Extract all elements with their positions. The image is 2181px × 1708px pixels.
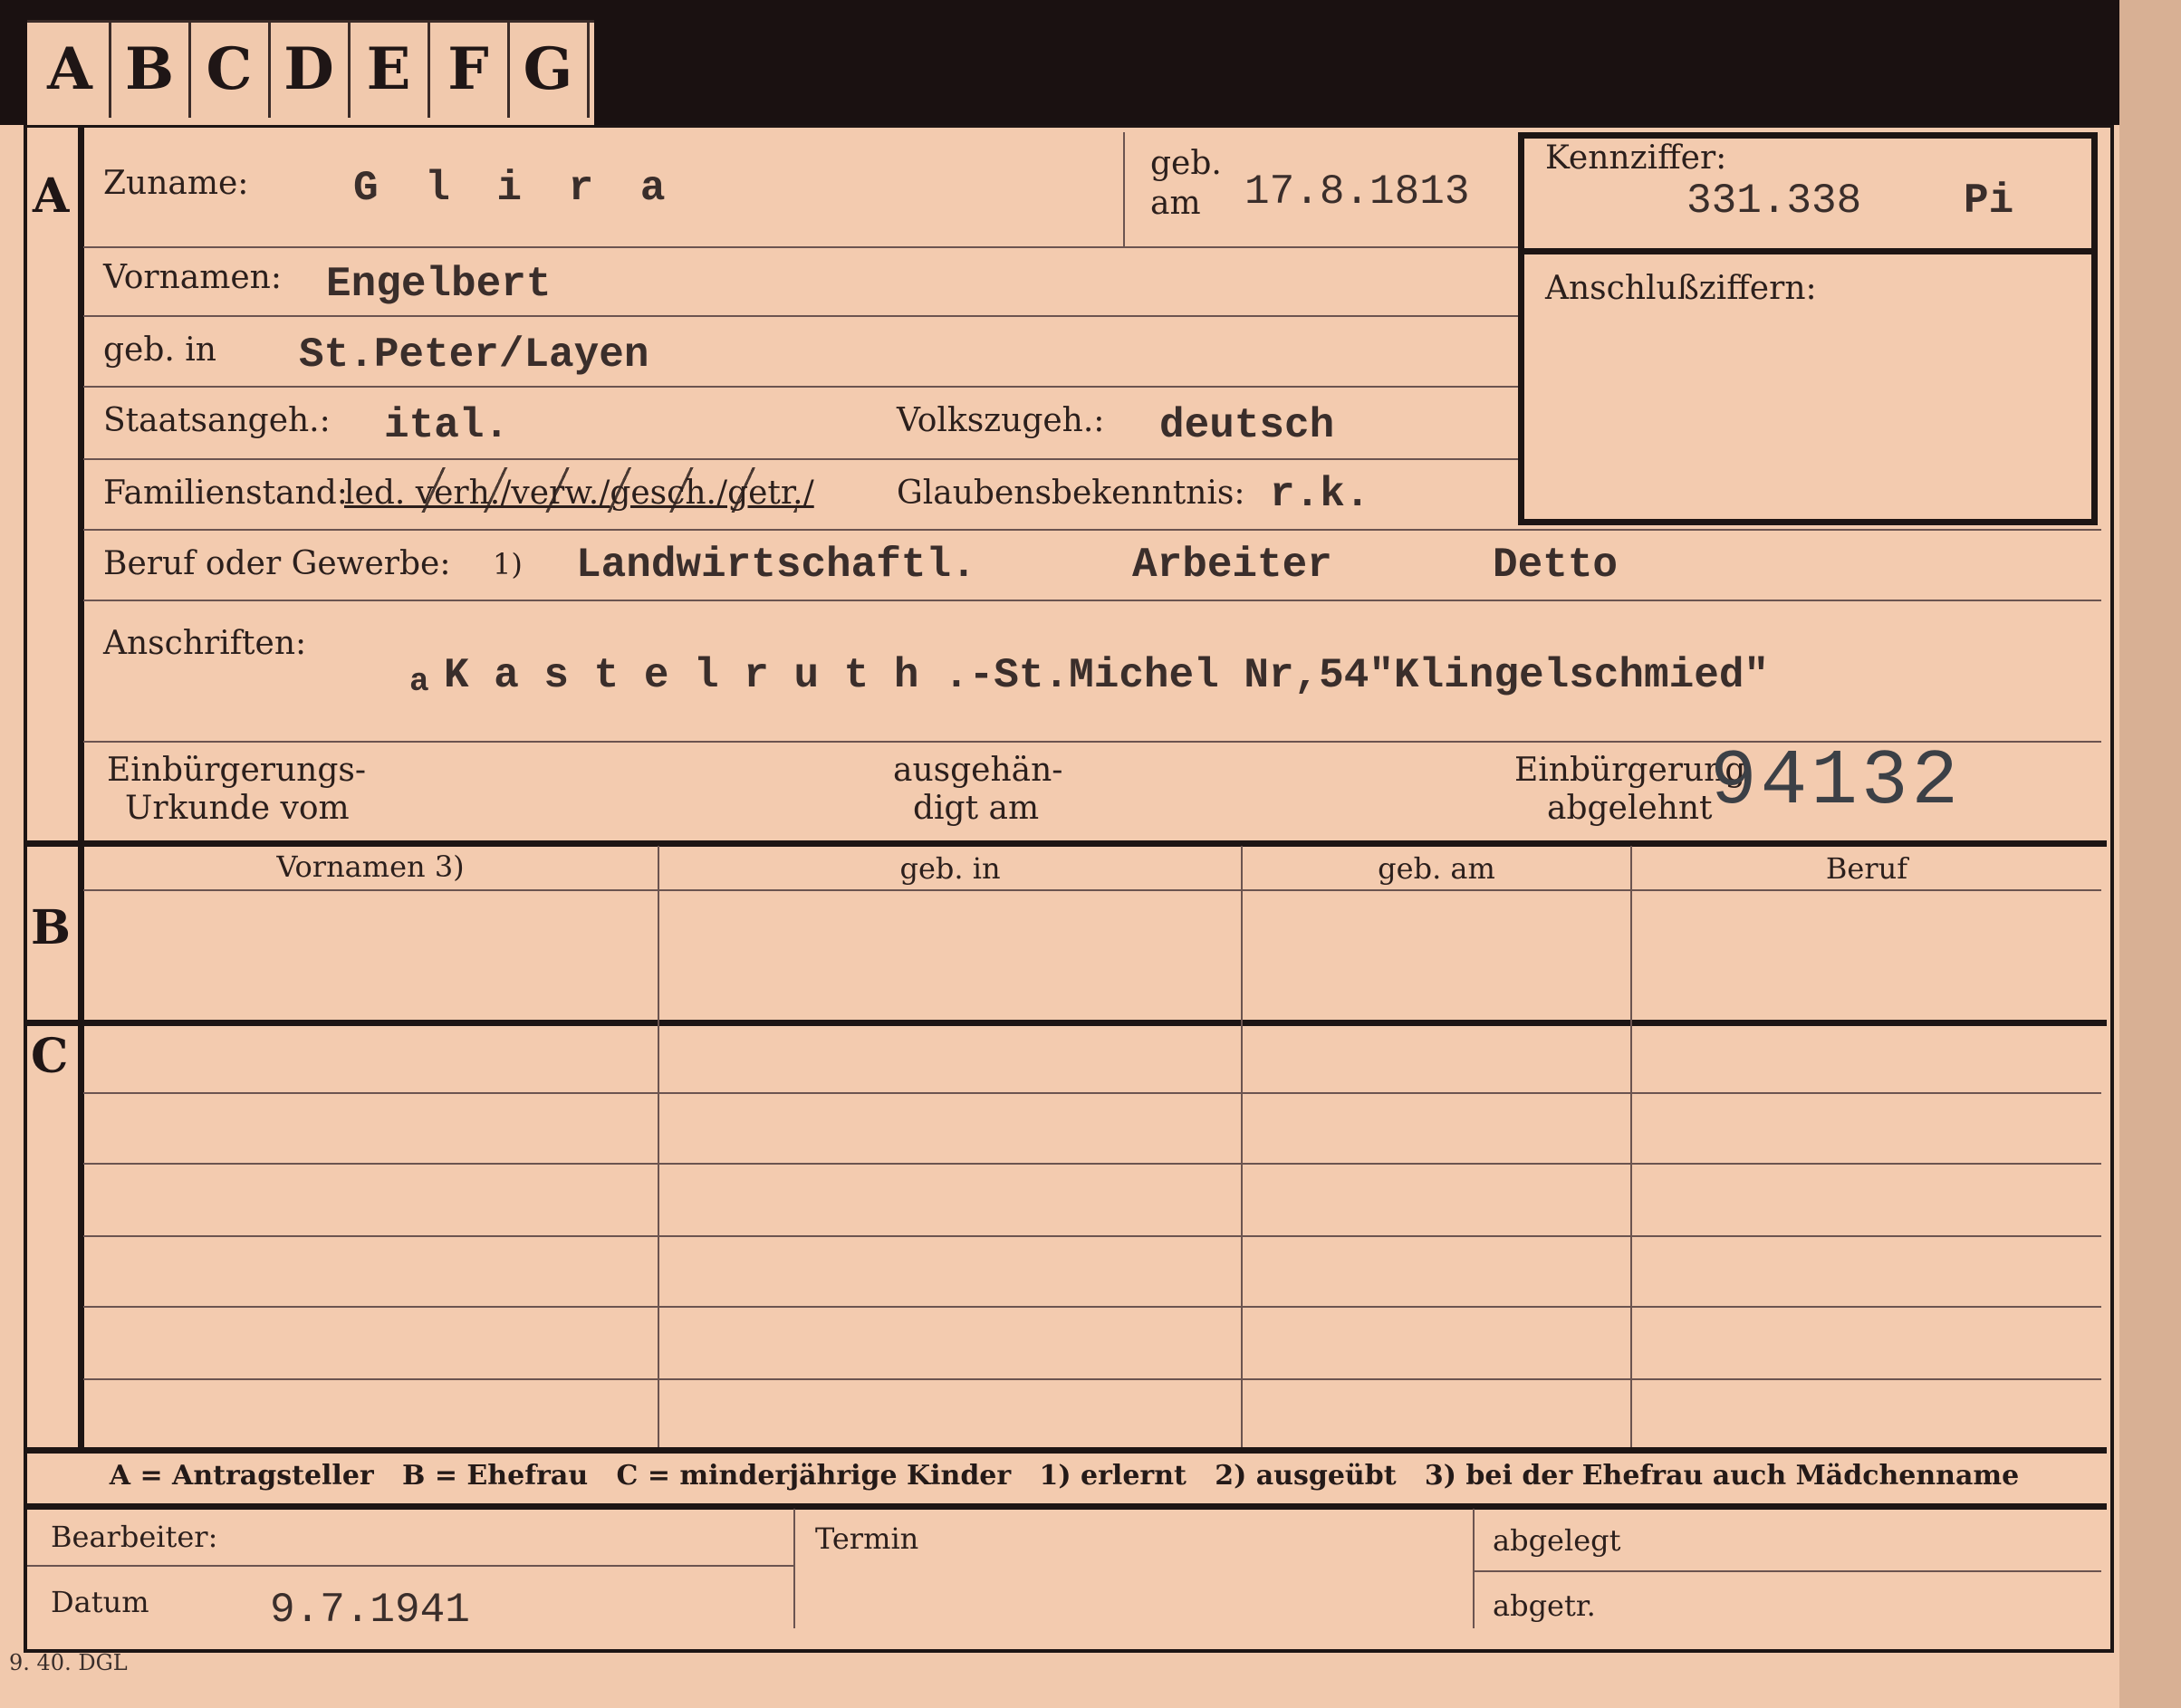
abgetr-label: abgetr.: [1493, 1588, 1596, 1623]
tab-c: C: [190, 20, 271, 118]
row-line-5: [83, 529, 2101, 531]
print-code: 9. 40. DGL: [9, 1650, 128, 1675]
row-line-6: [83, 600, 2101, 601]
table-header-line: [83, 889, 2101, 891]
geb-in-label: geb. in: [103, 331, 216, 369]
geb-label: geb.: [1150, 145, 1222, 182]
glaubens-label: Glaubensbekenntnis:: [897, 475, 1245, 512]
beruf-label: Beruf oder Gewerbe:: [103, 545, 451, 582]
legend: A = Antragsteller B = Ehefrau C = minder…: [109, 1460, 2020, 1492]
anschriften-label: Anschriften:: [103, 625, 307, 662]
einbuerg-urkunde-label-1: Einbürgerungs-: [107, 752, 367, 789]
anschriften-value: K a s t e l r u t h .-St.Michel Nr,54"Kl…: [444, 652, 1770, 699]
footer-divider-2: [1473, 1509, 1475, 1628]
c-row-line-5: [83, 1378, 2101, 1380]
familienstand-strikethrough: [417, 467, 797, 513]
anschluss-label: Anschlußziffern:: [1545, 270, 1817, 307]
geb-am-value: 17.8.1813: [1244, 168, 1470, 216]
tab-e: E: [350, 20, 430, 118]
anschriften-prefix: a: [409, 663, 429, 700]
ausgehaendigt-label-1: ausgehän-: [893, 752, 1063, 789]
kennziffer-label: Kennziffer:: [1545, 139, 1727, 177]
table-col-divider-2: [1241, 846, 1243, 1447]
table-header-beruf: Beruf: [1825, 851, 1908, 886]
section-b-top-border: [24, 840, 2107, 847]
kennziffer-divider: [1518, 248, 2098, 254]
termin-label: Termin: [815, 1521, 919, 1556]
volkszugeh-value: deutsch: [1159, 402, 1335, 449]
zuname-geb-divider: [1123, 132, 1125, 246]
table-header-geb-in: geb. in: [899, 851, 1001, 886]
table-header-geb-am: geb. am: [1378, 851, 1495, 886]
kennziffer-value: 331.338: [1686, 178, 1862, 225]
datum-label: Datum: [51, 1585, 149, 1619]
beruf-value-2: Arbeiter: [1132, 542, 1332, 589]
einbuerg-urkunde-label-2: Urkunde vom: [125, 790, 350, 827]
volkszugeh-label: Volkszugeh.:: [897, 402, 1105, 439]
row-line-1: [83, 246, 1518, 248]
staatsangeh-label: Staatsangeh.:: [103, 402, 331, 439]
bearbeiter-label: Bearbeiter:: [51, 1520, 218, 1554]
footer-divider-1: [793, 1509, 795, 1628]
row-line-4: [83, 458, 1518, 460]
datum-value: 9.7.1941: [270, 1587, 470, 1634]
c-row-line-3: [83, 1235, 2101, 1237]
table-bottom-border: [24, 1447, 2107, 1454]
c-row-line-4: [83, 1306, 2101, 1308]
section-column-divider: [78, 127, 84, 1447]
familienstand-label: Familienstand:: [103, 475, 348, 512]
footer-line-left: [27, 1565, 793, 1567]
am-label: am: [1150, 185, 1201, 222]
ausgehaendigt-label-2: digt am: [913, 790, 1040, 827]
glaubens-value: r.k.: [1270, 471, 1370, 518]
row-line-3: [83, 386, 1518, 388]
section-letter-c: C: [31, 1029, 69, 1084]
beruf-value-1: Landwirtschaftl.: [576, 542, 976, 589]
staatsangeh-value: ital.: [384, 402, 510, 449]
tab-a: A: [31, 20, 111, 118]
section-c-top-border: [24, 1020, 2107, 1026]
vornamen-value: Engelbert: [326, 261, 552, 308]
zuname-value: G l i r a: [353, 165, 677, 212]
section-letter-a: A: [33, 168, 70, 224]
abgelegt-label: abgelegt: [1493, 1523, 1621, 1558]
vornamen-label: Vornamen:: [103, 259, 282, 296]
table-col-divider-3: [1630, 846, 1632, 1447]
geb-in-value: St.Peter/Layen: [299, 331, 649, 379]
tab-f: F: [429, 20, 510, 118]
c-row-line-2: [83, 1163, 2101, 1165]
tab-b: B: [110, 20, 191, 118]
stamp-number: 94132: [1710, 737, 1963, 826]
einbuerg-abgelehnt-label-2: abgelehnt: [1547, 790, 1713, 827]
row-line-2: [83, 315, 1518, 317]
footer-line-right: [1475, 1570, 2101, 1572]
table-col-divider-1: [658, 846, 659, 1447]
zuname-label: Zuname:: [103, 165, 249, 202]
footer-top-border: [24, 1503, 2107, 1510]
beruf-note: 1): [493, 547, 523, 581]
section-letter-b: B: [31, 900, 71, 955]
c-row-line-1: [83, 1092, 2101, 1094]
table-header-vornamen: Vornamen 3): [276, 849, 465, 884]
tab-d: D: [270, 20, 351, 118]
beruf-value-3: Detto: [1493, 542, 1619, 589]
kennziffer-suffix: Pi: [1964, 178, 2014, 225]
background-right: [2119, 0, 2181, 1708]
tab-g: G: [509, 20, 590, 118]
